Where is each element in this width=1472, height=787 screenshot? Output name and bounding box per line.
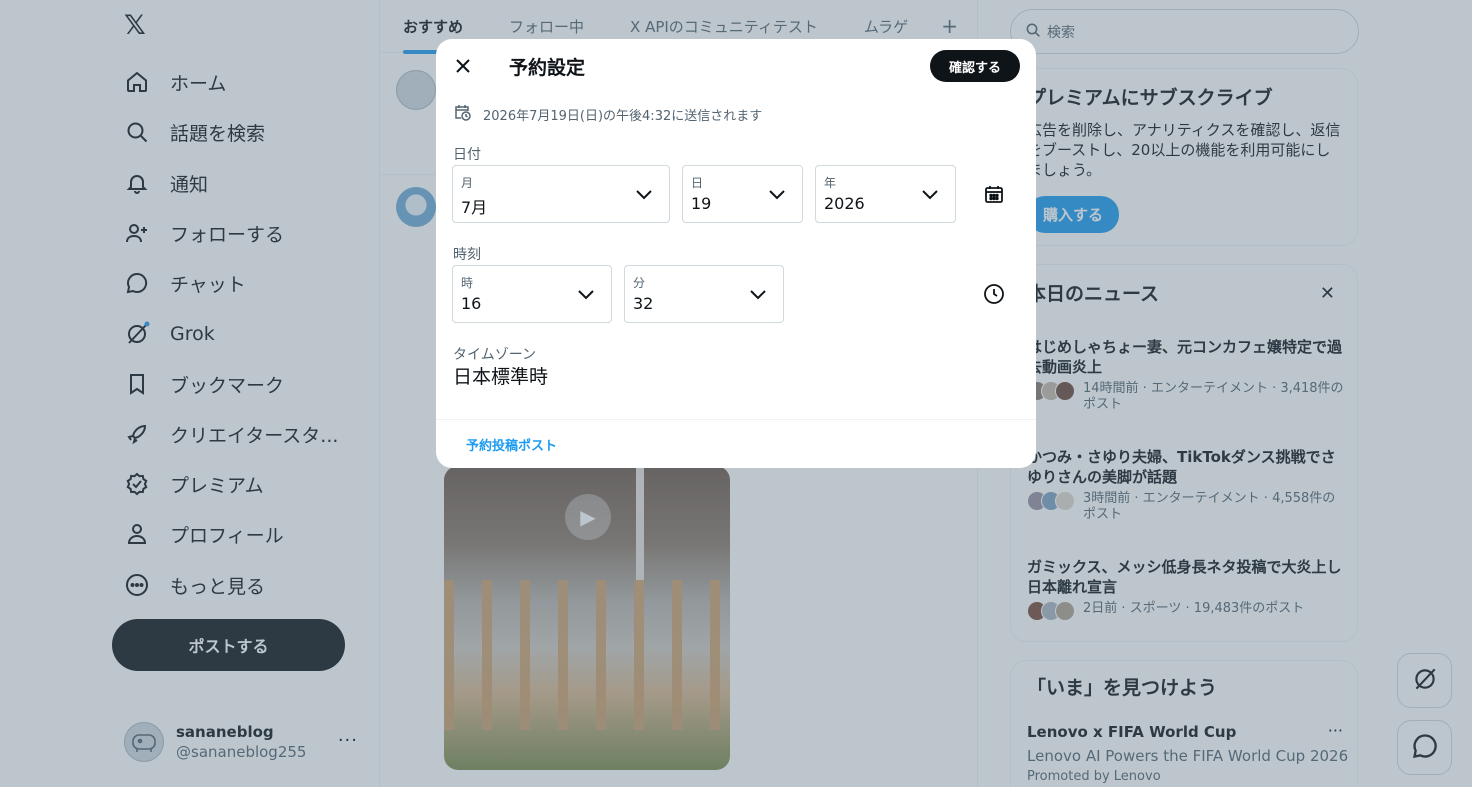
hour-select[interactable]: 時 16 [452,265,612,323]
scheduled-posts-link[interactable]: 予約投稿ポスト [466,435,557,454]
day-select[interactable]: 日 19 [682,165,803,223]
chevron-down-icon [768,186,786,205]
divider [436,419,1036,420]
year-select[interactable]: 年 2026 [815,165,956,223]
minute-select[interactable]: 分 32 [624,265,784,323]
month-caption: 月 [461,176,474,190]
calendar-icon[interactable] [982,182,1006,206]
date-label: 日付 [453,147,481,163]
chevron-down-icon [635,186,653,205]
schedule-notice-text: 2026年7月19日(日)の午後4:32に送信されます [483,108,763,124]
schedule-dialog: 予約設定 確認する 2026年7月19日(日)の午後4:32に送信されます 日付… [436,39,1036,468]
confirm-button[interactable]: 確認する [930,50,1020,82]
month-select[interactable]: 月 7月 [452,165,670,223]
schedule-notice: 2026年7月19日(日)の午後4:32に送信されます [453,103,762,125]
chevron-down-icon [921,186,939,205]
calendar-clock-icon [453,103,471,125]
month-value: 7月 [461,198,488,217]
timezone-label: タイムゾーン [453,347,537,363]
timezone-value: 日本標準時 [453,366,549,388]
time-label: 時刻 [453,247,481,263]
clock-icon[interactable] [982,282,1006,306]
dialog-title: 予約設定 [509,57,586,79]
chevron-down-icon [577,286,595,305]
close-icon[interactable] [450,53,476,79]
chevron-down-icon [749,286,767,305]
